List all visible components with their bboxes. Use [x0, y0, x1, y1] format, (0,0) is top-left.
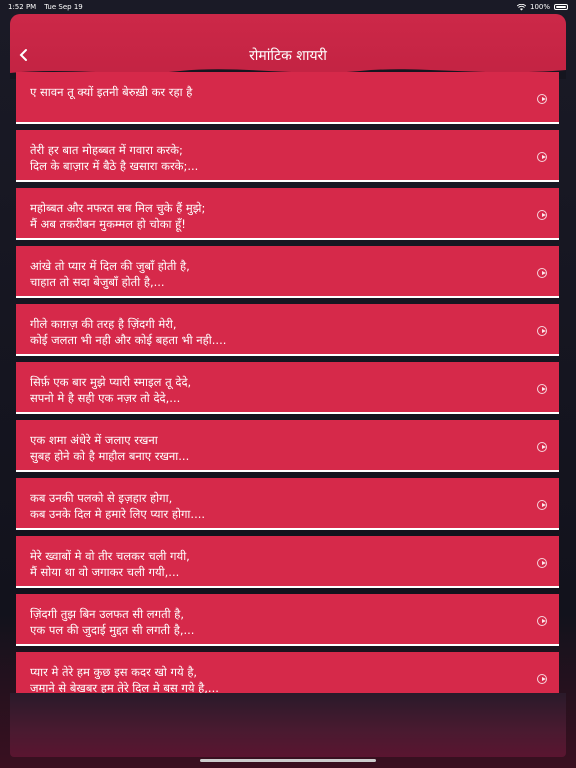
play-circle-icon[interactable]	[537, 558, 547, 568]
wifi-icon	[516, 3, 526, 10]
bottom-fade-panel	[10, 693, 566, 757]
shayari-card[interactable]: कब उनकी पलको से इज़हार होगा, कब उनके दिल…	[16, 478, 559, 530]
play-circle-icon[interactable]	[537, 268, 547, 278]
shayari-line-1: कब उनकी पलको से इज़हार होगा,	[30, 491, 173, 505]
play-circle-icon[interactable]	[537, 326, 547, 336]
shayari-card[interactable]: सिर्फ़ एक बार मुझे प्यारी स्माइल तू देदे…	[16, 362, 559, 414]
play-circle-icon[interactable]	[537, 500, 547, 510]
shayari-line-1: महोब्बत और नफरत सब मिल चुके हैं मुझे;	[30, 201, 206, 215]
shayari-line-1: ए सावन तू क्यों इतनी बेरुख़ी कर रहा है	[30, 85, 193, 99]
shayari-line-1: एक शमा अंधेरे में जलाए रखना	[30, 433, 158, 447]
shayari-line-2: सुबह होने को है माहौल बनाए रखना...	[30, 449, 190, 463]
play-circle-icon[interactable]	[537, 674, 547, 684]
shayari-line-1: आंखे तो प्यार में दिल की जुबाँ होती है,	[30, 259, 190, 273]
page-title: रोमांटिक शायरी	[249, 48, 327, 64]
header-bar: रोमांटिक शायरी	[10, 14, 566, 79]
shayari-line-2: एक पल की जुदाई मुद्दत सी लगती है,...	[30, 623, 195, 637]
shayari-line-2: मैं अब तकरीबन मुकम्मल हो चोका हूँ!	[30, 217, 186, 231]
status-time: 1:52 PM	[8, 3, 37, 11]
shayari-line-1: ज़िंदगी तुझ बिन उलफत सी लगती है,	[30, 607, 185, 621]
status-right: 100%	[516, 3, 568, 11]
shayari-line-1: गीले काग़ज़ की तरह है ज़िंदगी मेरी,	[30, 317, 177, 331]
play-circle-icon[interactable]	[537, 152, 547, 162]
shayari-line-1: तेरी हर बात मोहब्बत में गवारा करके;	[30, 143, 183, 157]
shayari-line-2: सपनो मे है सही एक नज़र तो देदे,...	[30, 391, 181, 405]
status-date: Tue Sep 19	[44, 3, 83, 11]
play-circle-icon[interactable]	[537, 616, 547, 626]
play-circle-icon[interactable]	[537, 442, 547, 452]
play-circle-icon[interactable]	[537, 210, 547, 220]
battery-percent: 100%	[529, 3, 550, 11]
shayari-card[interactable]: एक शमा अंधेरे में जलाए रखना सुबह होने को…	[16, 420, 559, 472]
play-circle-icon[interactable]	[537, 384, 547, 394]
battery-icon	[554, 4, 568, 10]
play-circle-icon[interactable]	[537, 94, 547, 104]
shayari-line-1: प्यार मे तेरे हम कुछ इस कदर खो गये है,	[30, 665, 198, 679]
shayari-line-2: कोई जलता भी नही और कोई बहता भी नही....	[30, 333, 227, 347]
shayari-line-1: मेरे ख्वाबों मे वो तीर चलकर चली गयी,	[30, 549, 190, 563]
shayari-line-2: कब उनके दिल मे हमारे लिए प्यार होगा....	[30, 507, 206, 521]
shayari-list: ए सावन तू क्यों इतनी बेरुख़ी कर रहा है त…	[16, 72, 559, 710]
shayari-line-2: मैं सोया था वो जगाकर चली गयी,...	[30, 565, 180, 579]
shayari-card[interactable]: तेरी हर बात मोहब्बत में गवारा करके; दिल …	[16, 130, 559, 182]
app-screen: 1:52 PM Tue Sep 19 100% रोमांटिक शायरी ए…	[0, 0, 576, 768]
shayari-card[interactable]: ए सावन तू क्यों इतनी बेरुख़ी कर रहा है	[16, 72, 559, 124]
shayari-card[interactable]: आंखे तो प्यार में दिल की जुबाँ होती है, …	[16, 246, 559, 298]
shayari-card[interactable]: महोब्बत और नफरत सब मिल चुके हैं मुझे; मै…	[16, 188, 559, 240]
shayari-line-2: दिल के बाज़ार में बैठे है खसारा करके;...	[30, 159, 199, 173]
status-left: 1:52 PM Tue Sep 19	[8, 3, 83, 11]
shayari-card[interactable]: ज़िंदगी तुझ बिन उलफत सी लगती है, एक पल क…	[16, 594, 559, 646]
shayari-card[interactable]: मेरे ख्वाबों मे वो तीर चलकर चली गयी, मैं…	[16, 536, 559, 588]
status-bar: 1:52 PM Tue Sep 19 100%	[0, 0, 576, 14]
shayari-card[interactable]: गीले काग़ज़ की तरह है ज़िंदगी मेरी, कोई …	[16, 304, 559, 356]
shayari-line-1: सिर्फ़ एक बार मुझे प्यारी स्माइल तू देदे…	[30, 375, 192, 389]
shayari-line-2: चाहात तो सदा बेजुबाँ होती है,...	[30, 275, 165, 289]
home-indicator[interactable]	[200, 759, 376, 762]
